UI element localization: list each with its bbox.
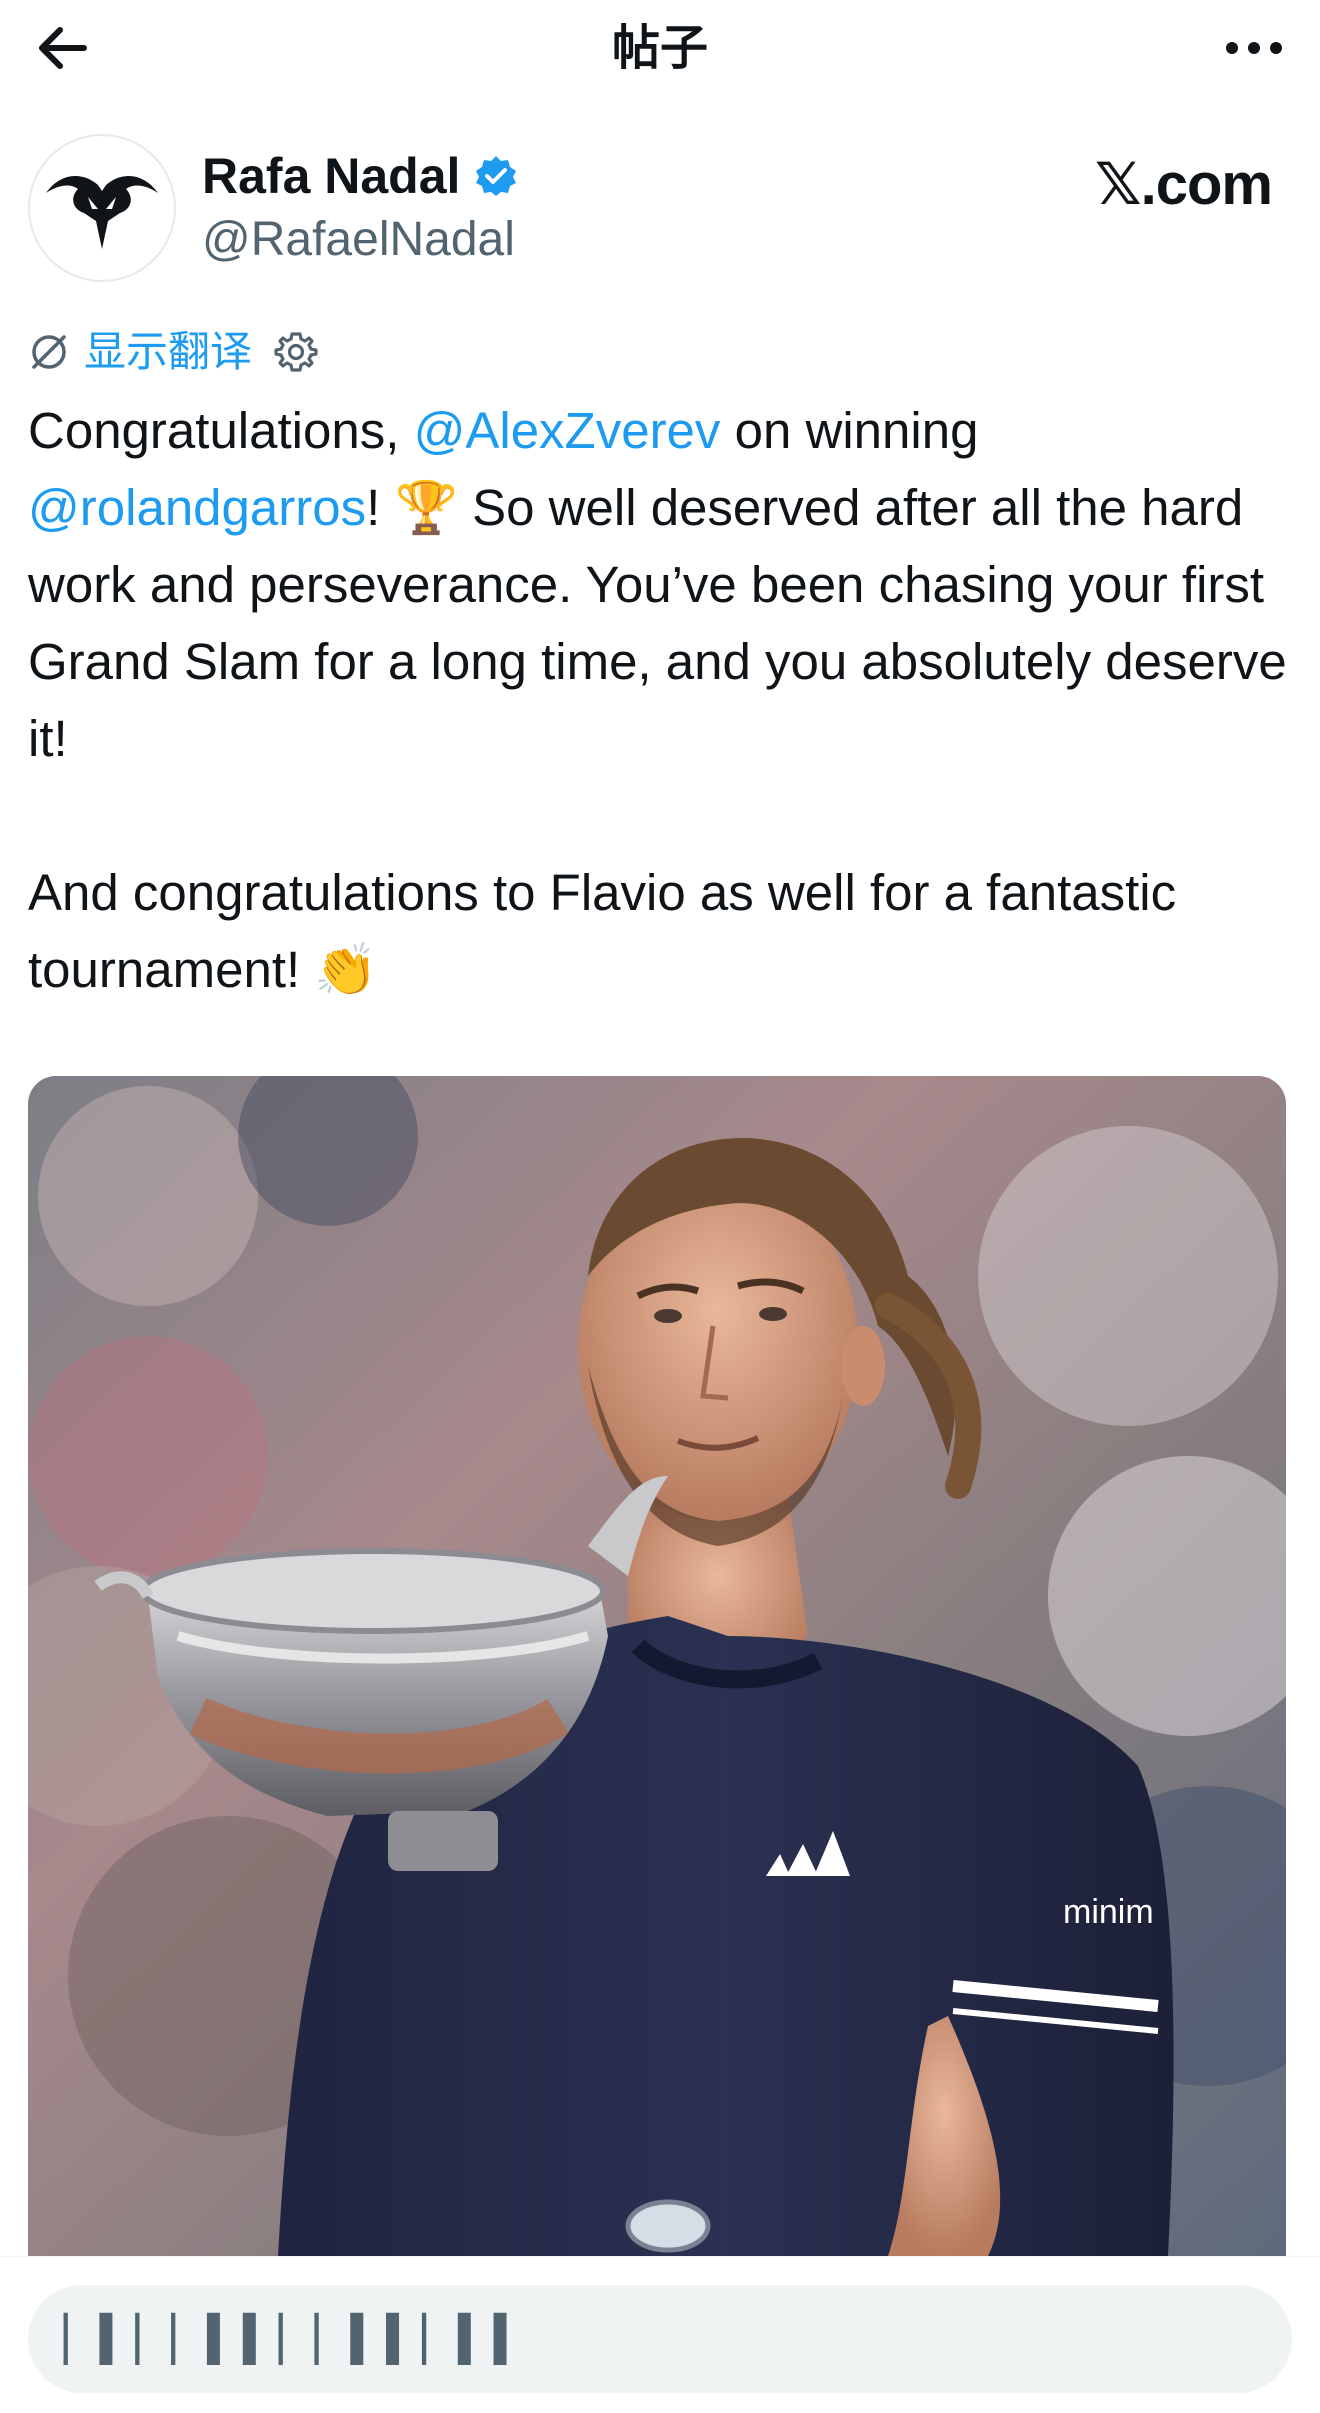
reply-placeholder: ▏▍▏▏▍▍▏▏▍▍▏▍▍: [64, 2314, 530, 2364]
show-translation-link[interactable]: 显示翻译: [84, 322, 252, 382]
translate-row: 显示翻译: [28, 322, 320, 382]
photo-trophy-player: minim: [28, 1076, 1286, 2256]
verified-badge-icon: [476, 156, 517, 196]
more-horizontal-icon: [1226, 42, 1282, 54]
mention-alexzverev[interactable]: @AlexZverev: [414, 402, 721, 459]
tweet-photo[interactable]: minim: [28, 1076, 1286, 2256]
reply-input[interactable]: ▏▍▏▏▍▍▏▏▍▍▏▍▍: [28, 2285, 1292, 2393]
page-title: 帖子: [611, 20, 708, 76]
brand-watermark: 𝕏.com: [1094, 152, 1273, 217]
bull-logo-icon: [46, 175, 158, 249]
tweet-paragraph-1: Congratulations, @AlexZverev on winning …: [28, 392, 1298, 777]
translate-icon: [32, 335, 66, 369]
tweet-text-segment: on winning: [720, 402, 979, 459]
tweet-text: Congratulations, @AlexZverev on winning …: [28, 392, 1298, 1008]
gear-icon[interactable]: [272, 328, 320, 376]
avatar[interactable]: [28, 134, 176, 282]
more-options-button[interactable]: [1204, 18, 1284, 78]
top-bar: 帖子: [0, 0, 1320, 96]
mention-rolandgarros[interactable]: @rolandgarros: [28, 479, 366, 536]
user-handle[interactable]: @RafaelNadal: [202, 210, 515, 270]
display-name[interactable]: Rafa Nadal: [202, 146, 460, 206]
display-name-row: Rafa Nadal: [202, 146, 518, 206]
reply-bar: ▏▍▏▏▍▍▏▏▍▍▏▍▍: [0, 2256, 1320, 2413]
tweet-paragraph-2: And congratulations to Flavio as well fo…: [28, 864, 1177, 998]
tweet-text-segment: Congratulations,: [28, 402, 414, 459]
shirt-logo-text: minim: [1063, 1893, 1154, 1931]
